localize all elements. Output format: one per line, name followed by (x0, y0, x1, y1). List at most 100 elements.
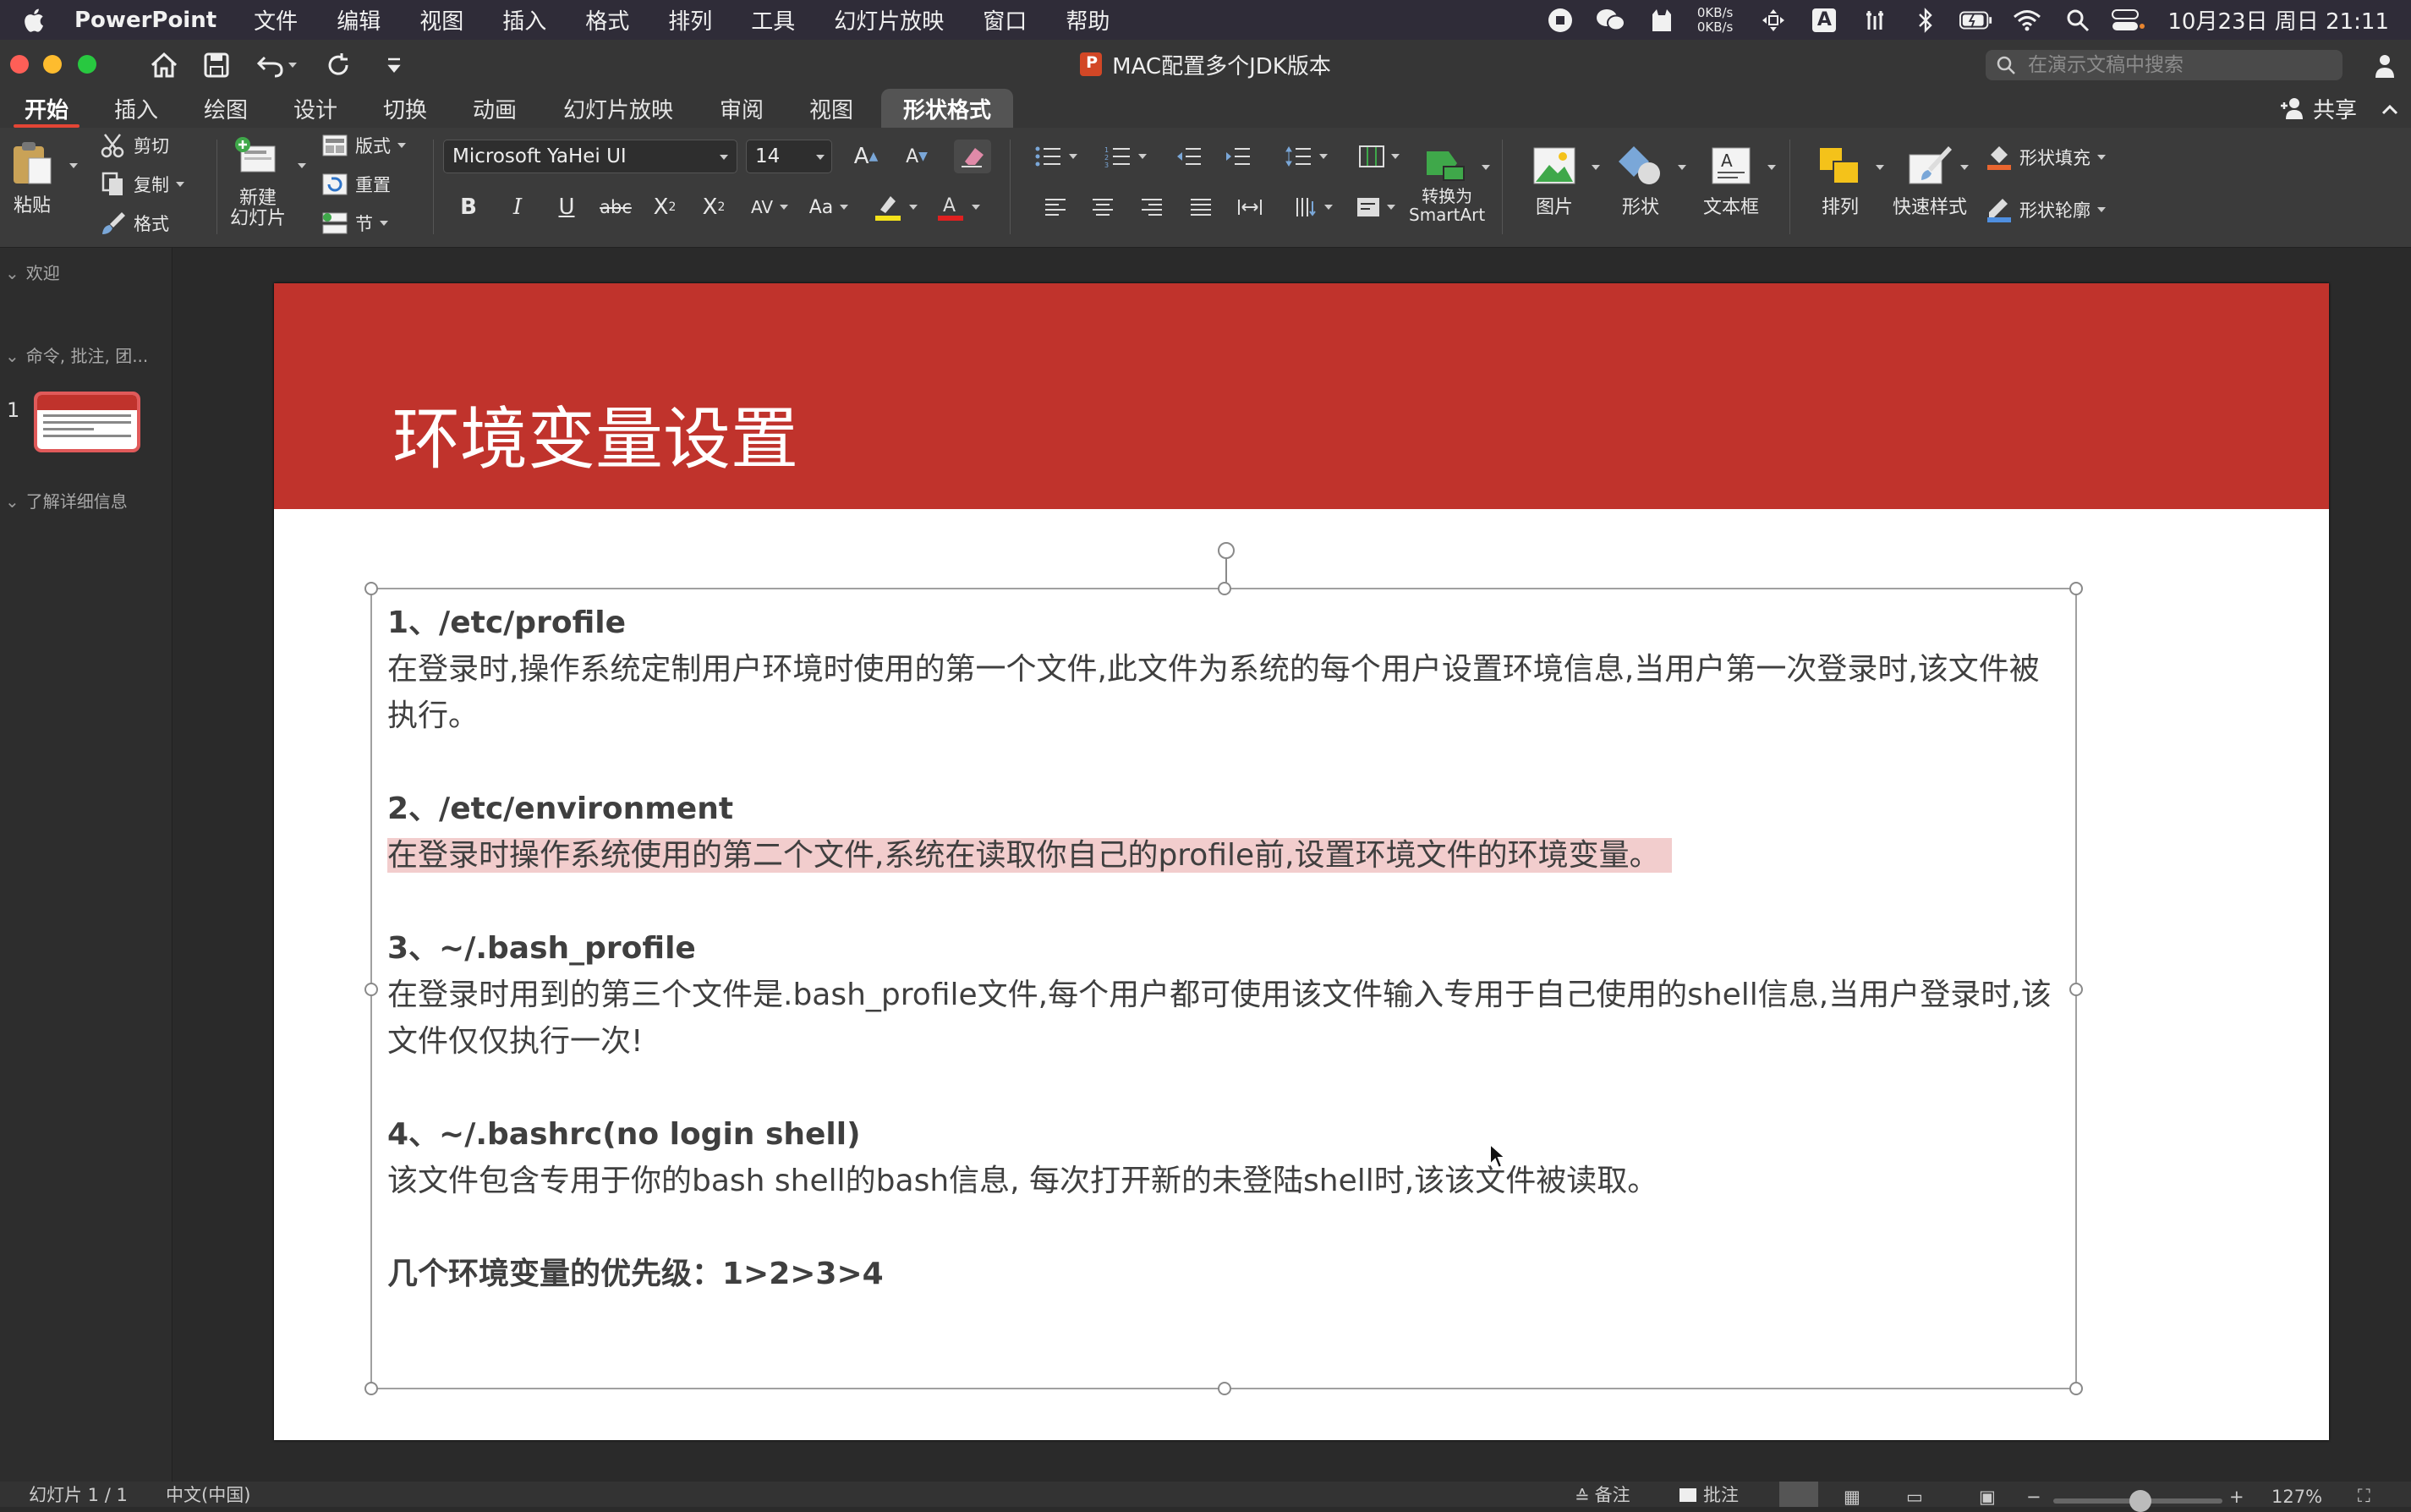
convert-to-smartart-button[interactable]: 转换为 SmartArt (1409, 145, 1485, 224)
font-name-select[interactable]: Microsoft YaHei UI (443, 140, 737, 173)
arrange-dropdown-icon[interactable] (1876, 165, 1884, 170)
arrange-button[interactable]: 排列 (1816, 145, 1864, 219)
menu-file[interactable]: 文件 (254, 4, 298, 36)
line-spacing-icon[interactable] (1277, 140, 1336, 173)
picture-dropdown-icon[interactable] (1592, 165, 1600, 170)
close-window-button[interactable] (10, 55, 29, 74)
fit-to-window-icon[interactable]: ⛶ (2358, 1482, 2370, 1507)
tab-insert[interactable]: 插入 (98, 89, 174, 128)
decrease-indent-icon[interactable] (1170, 140, 1208, 173)
bluetooth-icon[interactable] (1909, 6, 1942, 35)
input-method-icon[interactable]: A (1807, 6, 1841, 35)
align-text-icon[interactable] (1350, 190, 1402, 224)
shapes-button[interactable]: 形状 (1617, 145, 1664, 219)
reading-view-icon[interactable]: ▭ (1906, 1482, 1923, 1507)
shape-fill-button[interactable]: 形状填充 (1986, 145, 2106, 170)
language-indicator[interactable]: 中文(中国) (166, 1482, 250, 1507)
tab-design[interactable]: 设计 (277, 89, 353, 128)
menu-view[interactable]: 视图 (419, 4, 463, 36)
spotlight-search-icon[interactable] (2061, 6, 2095, 35)
tab-view[interactable]: 视图 (793, 89, 869, 128)
collapse-ribbon-icon[interactable] (2381, 99, 2399, 124)
zoom-out-icon[interactable]: − (2026, 1482, 2041, 1507)
underline-button[interactable]: U (548, 190, 585, 224)
zoom-slider-thumb[interactable] (2129, 1490, 2151, 1512)
body-text[interactable]: 1、/etc/profile 在登录时,操作系统定制用户环境时使用的第一个文件,… (387, 600, 2062, 1297)
wechat-icon[interactable] (1594, 6, 1628, 35)
resize-handle-s[interactable] (1218, 1382, 1231, 1395)
menu-insert[interactable]: 插入 (502, 4, 546, 36)
document-search-box[interactable] (1986, 50, 2343, 80)
font-size-select[interactable]: 14 (746, 140, 832, 173)
columns-icon[interactable] (1350, 140, 1409, 173)
zoom-in-icon[interactable]: + (2229, 1482, 2244, 1507)
notes-button[interactable]: ≙ 备注 (1575, 1482, 1630, 1507)
new-slide-dropdown-icon[interactable] (298, 163, 306, 168)
minimize-window-button[interactable] (43, 55, 62, 74)
resize-handle-w[interactable] (364, 983, 378, 996)
redo-icon[interactable] (321, 48, 355, 82)
cat-icon[interactable] (1645, 6, 1679, 35)
align-center-icon[interactable] (1084, 190, 1121, 224)
home-icon[interactable] (147, 48, 181, 82)
new-slide-button[interactable]: 新建 幻灯片 (230, 136, 286, 229)
rotate-handle[interactable] (1218, 542, 1235, 559)
section-header-commands[interactable]: ⌄ 命令, 批注, 团... (0, 342, 148, 367)
tab-review[interactable]: 审阅 (704, 89, 780, 128)
comments-button[interactable]: 批注 (1679, 1482, 1739, 1507)
wifi-icon[interactable] (2010, 6, 2044, 35)
bold-button[interactable]: B (450, 190, 487, 224)
screen-record-icon[interactable] (1543, 6, 1577, 35)
section-header-welcome[interactable]: ⌄ 欢迎 (0, 260, 60, 284)
increase-indent-icon[interactable] (1219, 140, 1257, 173)
tab-home[interactable]: 开始 (7, 89, 86, 128)
slideshow-view-icon[interactable]: ▣ (1979, 1482, 1996, 1507)
menu-app-name[interactable]: PowerPoint (74, 8, 216, 33)
layout-button[interactable]: 版式 (321, 133, 406, 158)
shape-outline-button[interactable]: 形状轮廓 (1986, 197, 2106, 222)
superscript-button[interactable]: X2 (646, 190, 683, 224)
save-icon[interactable] (200, 48, 233, 82)
menu-format[interactable]: 格式 (585, 4, 629, 36)
zoom-window-button[interactable] (78, 55, 96, 74)
subscript-button[interactable]: X2 (695, 190, 732, 224)
clear-formatting-icon[interactable] (954, 140, 991, 173)
section-button[interactable]: 节 (321, 211, 388, 236)
format-painter-button[interactable]: 格式 (100, 211, 169, 236)
resize-handle-nw[interactable] (364, 582, 378, 595)
align-right-icon[interactable] (1133, 190, 1170, 224)
shapes-dropdown-icon[interactable] (1678, 165, 1686, 170)
undo-dropdown-caret-icon[interactable] (284, 48, 301, 82)
apple-menu-icon[interactable] (20, 7, 46, 34)
numbering-icon[interactable]: 123 (1096, 140, 1155, 173)
smartart-dropdown-icon[interactable] (1482, 165, 1490, 170)
change-case-icon[interactable]: Aa (803, 190, 854, 224)
textbox-dropdown-icon[interactable] (1767, 165, 1776, 170)
highlight-color-icon[interactable] (866, 190, 925, 224)
picture-button[interactable]: 图片 (1531, 145, 1578, 219)
italic-button[interactable]: I (499, 190, 536, 224)
tab-shape-format[interactable]: 形状格式 (881, 89, 1013, 128)
menubar-clock[interactable]: 10月23日 周日 21:11 (2167, 4, 2389, 36)
paste-dropdown-icon[interactable] (69, 163, 78, 168)
font-color-icon[interactable]: A (929, 190, 988, 224)
menu-help[interactable]: 帮助 (1066, 4, 1110, 36)
textbox-button[interactable]: A 文本框 (1703, 145, 1759, 219)
undo-icon[interactable] (254, 48, 288, 82)
align-left-icon[interactable] (1037, 190, 1074, 224)
resize-handle-n[interactable] (1218, 582, 1231, 595)
quick-styles-button[interactable]: 快速样式 (1893, 145, 1967, 219)
move-icon[interactable] (1756, 6, 1790, 35)
customize-toolbar-icon[interactable] (377, 48, 411, 82)
text-direction-icon[interactable] (1287, 190, 1340, 224)
paste-button[interactable]: 粘贴 (8, 138, 56, 217)
slide-sorter-view-icon[interactable]: ▦ (1844, 1482, 1860, 1507)
strikethrough-button[interactable]: abc (597, 190, 634, 224)
resize-handle-se[interactable] (2069, 1382, 2083, 1395)
resize-handle-sw[interactable] (364, 1382, 378, 1395)
distributed-icon[interactable] (1231, 190, 1269, 224)
search-input[interactable] (2028, 54, 2332, 76)
body-textbox[interactable]: 1、/etc/profile 在登录时,操作系统定制用户环境时使用的第一个文件,… (364, 542, 2083, 1395)
tab-animations[interactable]: 动画 (457, 89, 533, 128)
sidebar-panel-icon[interactable] (2368, 48, 2402, 82)
